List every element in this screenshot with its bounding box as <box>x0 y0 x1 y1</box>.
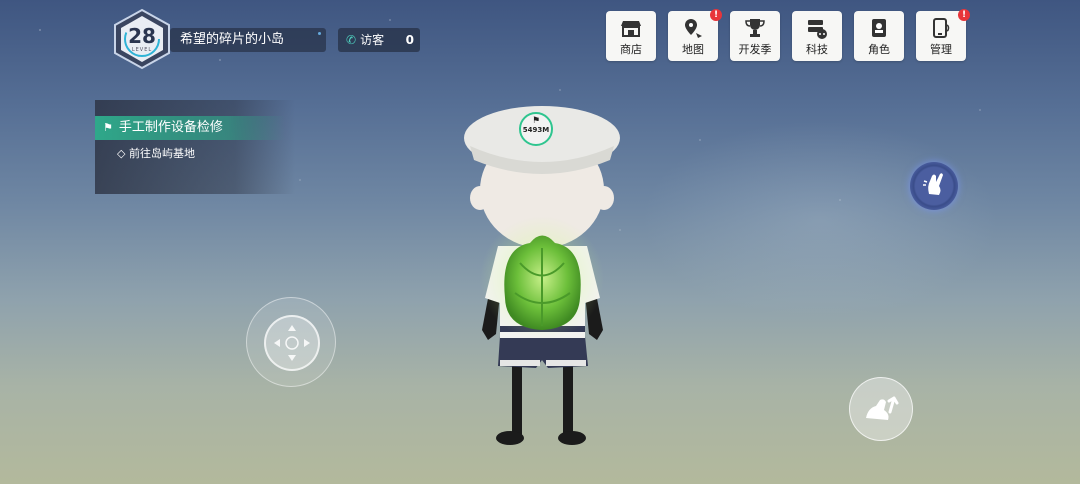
menu-label: 开发季 <box>738 43 772 56</box>
manage-icon <box>933 18 950 38</box>
menu-label: 角色 <box>868 43 890 56</box>
visitors-panel[interactable]: ✆ 访客 0 <box>338 28 420 52</box>
menu-label: 商店 <box>620 43 642 56</box>
level-label: LEVEL <box>131 47 153 53</box>
quest-subtask: ◇ 前往岛屿基地 <box>117 147 195 160</box>
flag-icon: ⚑ <box>103 121 113 134</box>
jump-shoe-icon <box>866 396 899 420</box>
wave-hand-icon <box>923 173 943 195</box>
level-badge[interactable]: 28 LEVEL <box>112 8 172 70</box>
menu-button-shop[interactable]: 商店 <box>606 11 656 61</box>
menu-button-season[interactable]: 开发季 <box>730 11 780 61</box>
sky-glow <box>640 120 1000 320</box>
flag-icon: ⚑ <box>531 116 541 126</box>
quest-panel[interactable]: ⚑ 手工制作设备检修 ◇ 前往岛屿基地 <box>95 100 295 194</box>
menu-label: 管理 <box>930 43 952 56</box>
jump-button[interactable] <box>849 377 913 441</box>
menu-button-character[interactable]: 角色 <box>854 11 904 61</box>
phone-icon: ✆ <box>346 33 357 47</box>
emote-button[interactable] <box>910 162 958 210</box>
player-character <box>464 106 620 445</box>
map-icon <box>685 19 702 38</box>
menu-button-tech[interactable]: 科技 <box>792 11 842 61</box>
visitors-label: 访客 <box>360 33 385 47</box>
trophy-icon <box>745 19 765 37</box>
movement-joystick[interactable] <box>246 297 336 387</box>
alert-badge: ! <box>710 9 722 21</box>
shop-icon <box>621 21 641 37</box>
tech-icon <box>808 20 827 39</box>
island-name[interactable]: 希望的碎片的小岛 <box>170 28 326 52</box>
menu-label: 科技 <box>806 43 828 56</box>
waypoint-marker[interactable]: ⚑ 5493M <box>519 112 553 146</box>
quest-title-bar[interactable]: ⚑ 手工制作设备检修 <box>95 116 285 140</box>
menu-label: 地图 <box>682 43 704 56</box>
menu-button-manage[interactable]: 管理 ! <box>916 9 970 61</box>
character-icon <box>872 19 886 37</box>
island-name-text: 希望的碎片的小岛 <box>180 32 285 47</box>
level-number: 28 <box>128 24 156 48</box>
menu-button-map[interactable]: 地图 ! <box>668 9 722 61</box>
quest-title: 手工制作设备检修 <box>118 120 223 135</box>
alert-badge: ! <box>958 9 970 21</box>
dpad-arrows-icon <box>274 325 310 361</box>
visitors-count: 0 <box>405 33 414 47</box>
joystick-knob[interactable] <box>264 315 320 371</box>
waypoint-distance: 5493M <box>522 126 550 134</box>
status-dot <box>318 32 321 35</box>
